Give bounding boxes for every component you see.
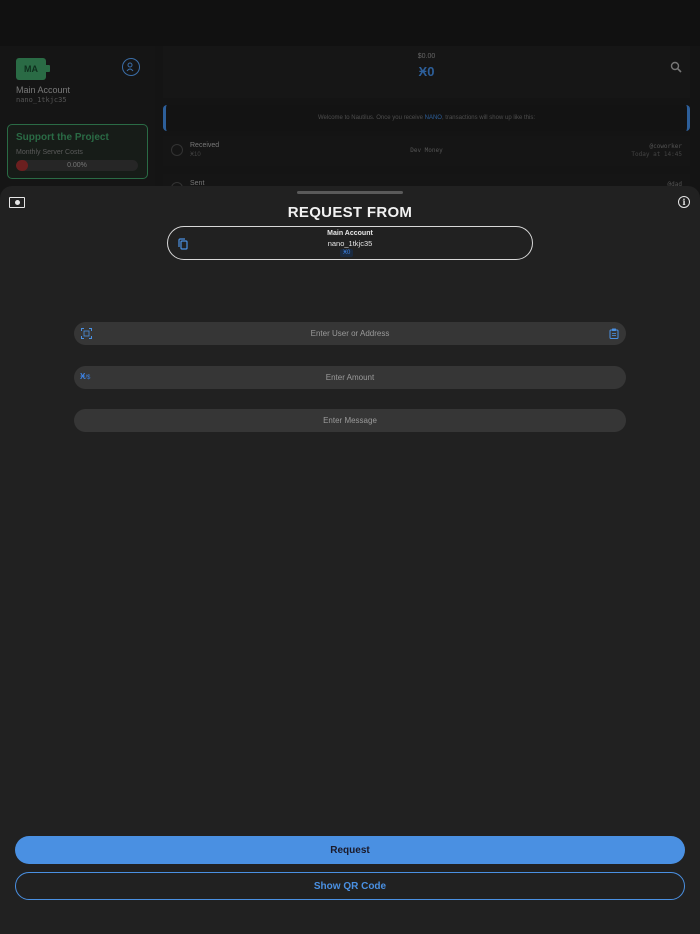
request-sheet: i REQUEST FROM Main Account nano_1tkjc35…	[0, 186, 700, 934]
sidebar-account-name: Main Account	[16, 85, 71, 95]
show-qr-code-button[interactable]: Show QR Code	[15, 872, 685, 900]
welcome-highlight: NANO	[424, 115, 442, 121]
scan-qr-icon[interactable]	[81, 328, 92, 339]
switch-account-icon[interactable]	[122, 58, 140, 76]
request-account-balance: Ӿ0	[340, 249, 354, 257]
welcome-banner: Welcome to Nautilus. Once you receive NA…	[163, 105, 690, 131]
switch-account-glyph	[126, 62, 134, 72]
request-button[interactable]: Request	[15, 836, 685, 864]
user-address-input[interactable]	[104, 322, 596, 345]
transaction-user: @coworker	[649, 143, 682, 150]
transaction-contact: Dev Money	[410, 147, 443, 154]
amount-input[interactable]	[104, 366, 596, 389]
message-field[interactable]	[74, 409, 626, 432]
sheet-drag-handle[interactable]	[297, 191, 403, 194]
request-account-name: Main Account	[327, 230, 373, 237]
request-account-card[interactable]: Main Account nano_1tkjc35 Ӿ0	[167, 226, 533, 260]
top-bar	[0, 0, 700, 46]
support-progress-label: 0.00%	[67, 162, 87, 169]
transaction-row[interactable]: Received Ӿ10 Dev Money @coworker Today a…	[163, 136, 690, 166]
amount-field[interactable]: Ӿ/$	[74, 366, 626, 389]
fiat-balance: $0.00	[417, 53, 436, 60]
support-title: Support the Project	[16, 132, 109, 143]
fiat-symbol: /$	[85, 375, 91, 381]
wallet-avatar-icon[interactable]: MA	[16, 58, 50, 80]
search-icon[interactable]	[670, 61, 682, 73]
user-address-field[interactable]	[74, 322, 626, 345]
welcome-suffix: , transactions will show up like this:	[441, 115, 535, 121]
request-account-address: nano_1tkjc35	[327, 239, 373, 248]
support-project-card[interactable]: Support the Project Monthly Server Costs…	[7, 124, 148, 179]
welcome-prefix: Welcome to Nautilus. Once you receive	[318, 115, 425, 121]
support-progress-bar: 0.00%	[16, 160, 138, 171]
message-input[interactable]	[104, 409, 596, 432]
transaction-time: Today at 14:45	[631, 151, 682, 158]
sidebar-account-address: nano_1tkjc35	[16, 96, 67, 104]
paste-icon[interactable]	[609, 328, 619, 339]
nano-balance: Ӿ0	[418, 64, 435, 79]
support-subtitle: Monthly Server Costs	[16, 149, 83, 156]
currency-toggle[interactable]: Ӿ/$	[80, 372, 90, 381]
sheet-title: REQUEST FROM	[287, 204, 413, 221]
